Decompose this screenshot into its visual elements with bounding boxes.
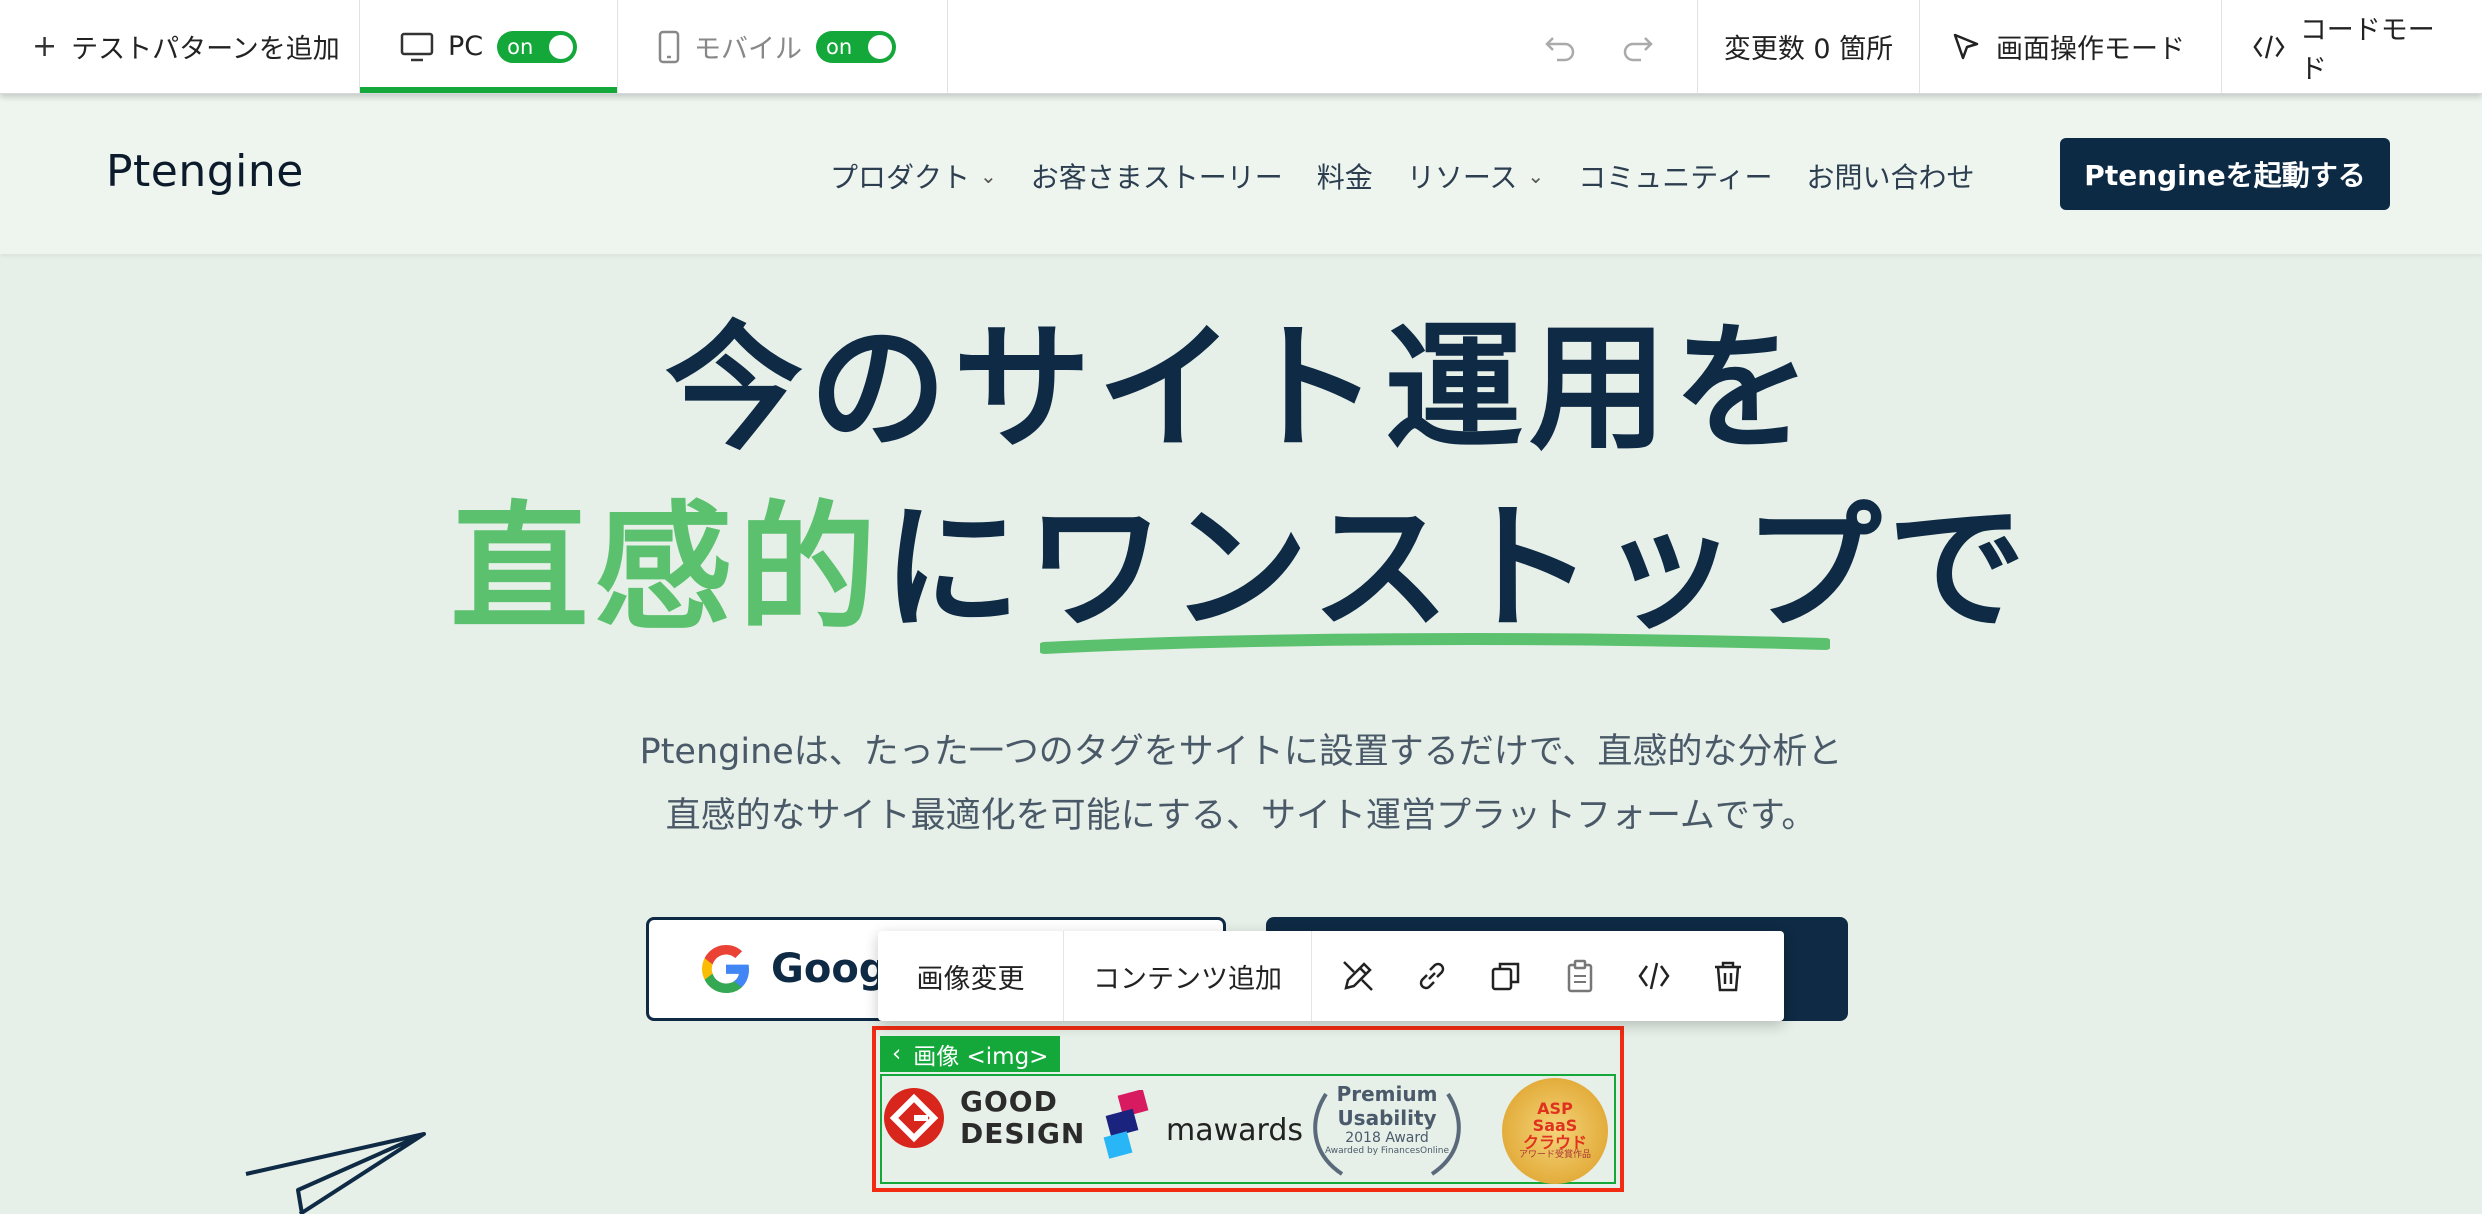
good-design-text-line1: GOOD bbox=[960, 1085, 1058, 1118]
code-icon[interactable] bbox=[1636, 958, 1672, 994]
nav-item-label: お問い合わせ bbox=[1806, 161, 1975, 194]
nav-item-label: お客さまストーリー bbox=[1030, 161, 1283, 194]
mobile-label: モバイル bbox=[694, 34, 802, 65]
site-header: Ptengine プロダクト ⌄ お客さまストーリー 料金 リソース ⌄ コミュ… bbox=[0, 94, 2482, 254]
good-design-award: GOOD DESIGN bbox=[882, 1085, 1086, 1151]
pc-device-tab[interactable]: PC on bbox=[360, 0, 618, 93]
launch-ptengine-button[interactable]: Ptengineを起動する bbox=[2060, 138, 2390, 210]
code-mode-button[interactable]: コードモード bbox=[2222, 0, 2482, 93]
chevron-down-icon: ⌄ bbox=[980, 164, 997, 188]
nav-item-label: リソース bbox=[1406, 161, 1518, 194]
pc-label: PC bbox=[447, 31, 484, 62]
asp-saas-award-seal: ASP SaaS クラウド アワード受賞作品 bbox=[1502, 1078, 1608, 1184]
hero-particle: に bbox=[882, 488, 1027, 649]
add-content-button[interactable]: コンテンツ追加 bbox=[1064, 931, 1312, 1021]
awards-image[interactable]: GOOD DESIGN mawards Premium Usability 20… bbox=[880, 1074, 1616, 1184]
mobile-phone-icon bbox=[658, 30, 680, 63]
mobile-device-tab[interactable]: モバイル on bbox=[618, 0, 948, 93]
hero-title-line1: 今のサイト運用を bbox=[664, 308, 1817, 469]
pc-toggle-text: on bbox=[507, 34, 534, 59]
ptengine-logo[interactable]: Ptengine bbox=[106, 146, 304, 197]
trash-icon[interactable] bbox=[1710, 958, 1746, 994]
nav-item-label: プロダクト bbox=[830, 161, 971, 194]
good-design-text: GOOD DESIGN bbox=[960, 1085, 1086, 1151]
undo-icon[interactable] bbox=[1543, 32, 1577, 62]
change-count-label: 変更数 0 箇所 bbox=[1723, 34, 1894, 65]
nav-item-pricing[interactable]: 料金 bbox=[1317, 156, 1373, 196]
nav-item-stories[interactable]: お客さまストーリー bbox=[1031, 156, 1283, 196]
plus-icon: + bbox=[32, 29, 58, 64]
change-count[interactable]: 変更数 0 箇所 bbox=[1698, 0, 1920, 93]
editor-toolbar: + テストパターンを追加 PC on モバイル on 変更数 0 箇所 画面操作… bbox=[0, 0, 2482, 94]
chevron-left-icon: ‹ bbox=[892, 1041, 902, 1067]
hero-title-line2: 直感的にワンストップで bbox=[0, 500, 2482, 638]
nav-item-resources[interactable]: リソース ⌄ bbox=[1407, 156, 1544, 196]
hero-highlight-intuitive: 直感的 bbox=[450, 488, 883, 649]
nav-item-product[interactable]: プロダクト ⌄ bbox=[830, 156, 997, 196]
desktop-icon bbox=[400, 32, 434, 61]
mawards-mark-icon bbox=[1103, 1090, 1149, 1159]
premium-usability-award: Premium Usability 2018 Award Awarded by … bbox=[1302, 1082, 1472, 1176]
good-design-text-line2: DESIGN bbox=[960, 1117, 1086, 1151]
nav-item-contact[interactable]: お問い合わせ bbox=[1807, 156, 1975, 196]
good-design-g-mark-icon bbox=[884, 1088, 944, 1149]
laurel-wreath-icon bbox=[1313, 1092, 1461, 1176]
hero-highlight-onestop: ワンストップ bbox=[1026, 488, 1888, 649]
visual-mode-button[interactable]: 画面操作モード bbox=[1920, 0, 2222, 93]
hero-description-line2: 直感的なサイト最適化を可能にする、サイト運営プラットフォームです。 bbox=[665, 796, 1817, 836]
element-edit-toolbar: 画像変更 コンテンツ追加 bbox=[878, 931, 1784, 1021]
selected-element-label: 画像 <img> bbox=[913, 1044, 1049, 1070]
link-icon[interactable] bbox=[1414, 958, 1450, 994]
nav-item-label: コミュニティー bbox=[1578, 161, 1773, 194]
hero-description: Ptengineは、たった一つのタグをサイトに設置するだけで、直感的な分析と 直… bbox=[0, 720, 2482, 848]
mobile-toggle[interactable]: on bbox=[816, 30, 896, 63]
asp-award-subtext: アワード受賞作品 bbox=[1518, 1150, 1591, 1161]
paper-plane-illustration bbox=[245, 1132, 426, 1214]
google-g-icon bbox=[702, 945, 749, 993]
hero-description-line1: Ptengineは、たった一つのタグをサイトに設置するだけで、直感的な分析と bbox=[639, 732, 1843, 772]
nav-item-community[interactable]: コミュニティー bbox=[1578, 156, 1772, 196]
selected-element-tag[interactable]: ‹ 画像 <img> bbox=[880, 1036, 1061, 1072]
clipboard-icon[interactable] bbox=[1562, 958, 1598, 994]
change-image-button[interactable]: 画像変更 bbox=[878, 931, 1064, 1021]
cursor-pointer-icon bbox=[1953, 33, 1979, 59]
mawards-text: mawards bbox=[1166, 1112, 1304, 1148]
chevron-down-icon: ⌄ bbox=[1527, 164, 1545, 188]
cloud-text: クラウド bbox=[1522, 1132, 1587, 1152]
code-icon bbox=[2253, 34, 2285, 59]
add-pattern-label: テストパターンを追加 bbox=[71, 34, 340, 65]
pc-toggle[interactable]: on bbox=[497, 30, 577, 63]
add-test-pattern-button[interactable]: + テストパターンを追加 bbox=[0, 0, 360, 93]
mawards-award: mawards bbox=[1102, 1090, 1303, 1170]
visual-mode-label: 画面操作モード bbox=[1996, 34, 2185, 65]
nav-item-label: 料金 bbox=[1316, 161, 1373, 194]
code-mode-label: コードモード bbox=[2299, 14, 2435, 85]
site-nav-menu: プロダクト ⌄ お客さまストーリー 料金 リソース ⌄ コミュニティー お問い合… bbox=[830, 156, 1975, 196]
mobile-toggle-text: on bbox=[826, 34, 853, 59]
duplicate-icon[interactable] bbox=[1488, 958, 1524, 994]
history-controls bbox=[948, 0, 1698, 93]
redo-icon[interactable] bbox=[1621, 32, 1655, 62]
hero-ending: で bbox=[1887, 488, 2032, 649]
toolbar-icon-group bbox=[1312, 958, 1746, 994]
hero-brush-underline bbox=[1040, 633, 1830, 654]
edit-style-icon[interactable] bbox=[1340, 958, 1376, 994]
